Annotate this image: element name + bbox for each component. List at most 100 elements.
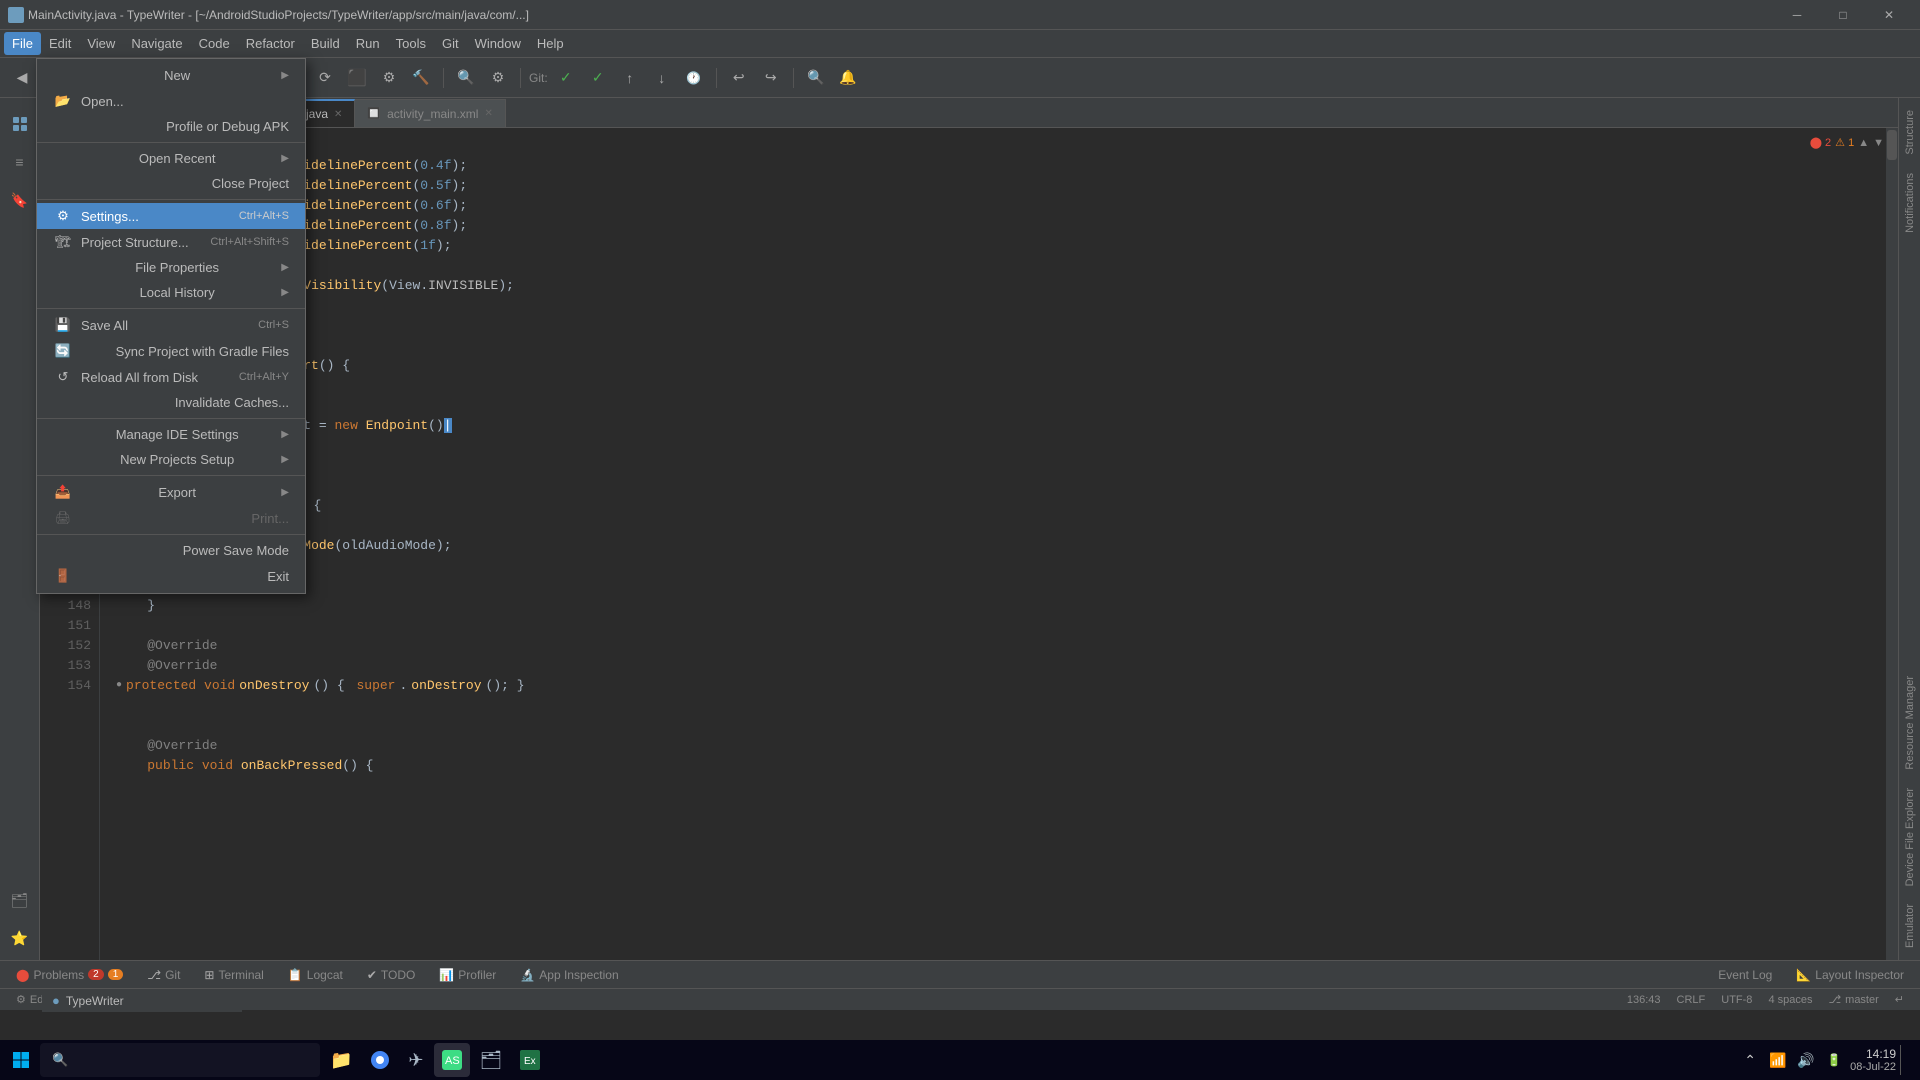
menu-manage-ide[interactable]: Manage IDE Settings ▶ (37, 422, 305, 447)
menu-item-view[interactable]: View (79, 32, 123, 55)
side-panel-device-file-explorer[interactable]: Device File Explorer (1902, 780, 1918, 894)
tray-expand[interactable]: ⌃ (1738, 1048, 1762, 1072)
menu-file-properties[interactable]: File Properties ▶ (37, 255, 305, 280)
sync-button[interactable]: ⚙ (375, 64, 403, 92)
code-content[interactable]: guideline1.setGuidelinePercent(0.4f); gu… (100, 128, 1898, 960)
menu-reload-disk[interactable]: ↺ Reload All from Disk Ctrl+Alt+Y (37, 364, 305, 390)
side-panel-notifications[interactable]: Notifications (1902, 165, 1918, 241)
menu-item-file[interactable]: File (4, 32, 41, 55)
menu-invalidate-caches[interactable]: Invalidate Caches... (37, 390, 305, 415)
side-panel-structure[interactable]: Structure (1902, 102, 1918, 163)
menu-item-git[interactable]: Git (434, 32, 467, 55)
build-button[interactable]: 🔨 (407, 64, 435, 92)
taskbar-files-btn[interactable]: 📁 (322, 1043, 360, 1077)
encoding-indicator[interactable]: UTF-8 (1713, 994, 1760, 1006)
tab-problems[interactable]: ⬤ Problems 2 1 (4, 964, 135, 986)
menu-item-help[interactable]: Help (529, 32, 572, 55)
tab-profiler[interactable]: 📊 Profiler (427, 964, 508, 986)
git-update-btn[interactable]: ↓ (648, 64, 676, 92)
code-editor[interactable]: ⬤ 2 ⚠ 1 ▲ ▼ 138 139 140 141 142 143 144 … (40, 128, 1898, 960)
menu-item-edit[interactable]: Edit (41, 32, 79, 55)
taskbar-clock[interactable]: 14:19 08-Jul-22 (1850, 1047, 1896, 1073)
maximize-button[interactable]: □ (1820, 0, 1866, 30)
menu-item-navigate[interactable]: Navigate (123, 32, 190, 55)
git-history-btn[interactable]: 🕐 (680, 64, 708, 92)
tab-app-inspection[interactable]: 🔬 App Inspection (508, 964, 630, 986)
indent-indicator[interactable]: 4 spaces (1760, 994, 1820, 1006)
tab-logcat[interactable]: 📋 Logcat (276, 964, 355, 986)
redo-btn[interactable]: ↪ (757, 64, 785, 92)
error-nav-up[interactable]: ▲ (1858, 137, 1869, 149)
scrollbar-thumb[interactable] (1887, 130, 1897, 160)
menu-item-window[interactable]: Window (467, 32, 529, 55)
search-everywhere-btn[interactable]: 🔍 (452, 64, 480, 92)
tab-mainactivity-close[interactable]: ✕ (334, 109, 342, 120)
taskbar-excel-btn[interactable]: Ex (512, 1043, 548, 1077)
sidebar-structure-icon[interactable]: ≡ (2, 144, 38, 180)
tab-activitymain[interactable]: 🔲 activity_main.xml ✕ (355, 99, 505, 127)
menu-sync-gradle[interactable]: 🔄 Sync Project with Gradle Files (37, 338, 305, 364)
settings-btn[interactable]: ⚙ (484, 64, 512, 92)
toolbar-back-btn[interactable]: ◀ (8, 64, 36, 92)
menu-close-project[interactable]: Close Project (37, 171, 305, 196)
menu-new-projects-setup[interactable]: New Projects Setup ▶ (37, 447, 305, 472)
code-line (116, 136, 1898, 156)
sidebar-project-icon[interactable] (2, 106, 38, 142)
taskbar-folder-btn[interactable]: 🗂 (472, 1043, 511, 1077)
undo-btn[interactable]: ↩ (725, 64, 753, 92)
menu-new[interactable]: New ▶ (37, 63, 305, 88)
sidebar-resource-icon[interactable]: 🗂 (2, 882, 38, 918)
tray-network[interactable]: 📶 (1766, 1048, 1790, 1072)
menu-profile-apk[interactable]: Profile or Debug APK (37, 114, 305, 139)
menu-item-code[interactable]: Code (191, 32, 238, 55)
code-line: dtmfkeyboard.setVisibility(View.INVISIBL… (116, 276, 1898, 296)
show-desktop-btn[interactable] (1900, 1045, 1908, 1075)
taskbar-search[interactable]: 🔍 (40, 1043, 320, 1077)
menu-export[interactable]: 📤 Export ▶ (37, 479, 305, 505)
menu-exit[interactable]: 🚪 Exit (37, 563, 305, 589)
vcs-indicator[interactable]: ⎇ master (1820, 993, 1886, 1006)
error-nav-down[interactable]: ▼ (1873, 137, 1884, 149)
menu-power-save[interactable]: Power Save Mode (37, 538, 305, 563)
menu-item-tools[interactable]: Tools (388, 32, 434, 55)
menu-item-refactor[interactable]: Refactor (238, 32, 303, 55)
git-check2-btn[interactable]: ✓ (584, 64, 612, 92)
position-indicator[interactable]: 136:43 (1619, 994, 1669, 1006)
line-sep-indicator[interactable]: CRLF (1669, 994, 1714, 1006)
stop-button[interactable]: ⬛ (343, 64, 371, 92)
side-panel-resource-manager[interactable]: Resource Manager (1902, 668, 1918, 778)
tab-todo[interactable]: ✔ TODO (355, 964, 428, 986)
menu-manage-ide-label: Manage IDE Settings (116, 427, 239, 442)
taskbar-telegram-btn[interactable]: ✈ (400, 1043, 431, 1077)
menu-open[interactable]: 📂 Open... (37, 88, 305, 114)
tray-battery[interactable]: 🔋 (1822, 1048, 1846, 1072)
tab-git[interactable]: ⎇ Git (135, 964, 192, 986)
taskbar-android-studio-btn[interactable]: AS (434, 1043, 470, 1077)
find-btn[interactable]: 🔍 (802, 64, 830, 92)
git-push-btn[interactable]: ↑ (616, 64, 644, 92)
menu-item-build[interactable]: Build (303, 32, 348, 55)
sidebar-bookmark-icon[interactable]: 🔖 (2, 182, 38, 218)
menu-local-history[interactable]: Local History ▶ (37, 280, 305, 305)
taskbar-chrome-btn[interactable] (362, 1043, 398, 1077)
minimize-button[interactable]: ─ (1774, 0, 1820, 30)
lf-indicator[interactable]: ↵ (1887, 993, 1912, 1006)
menu-settings[interactable]: ⚙ Settings... Ctrl+Alt+S (37, 203, 305, 229)
tab-event-log[interactable]: Event Log (1706, 964, 1784, 986)
git-check-btn[interactable]: ✓ (552, 64, 580, 92)
tab-terminal[interactable]: ⊞ Terminal (192, 964, 275, 986)
menu-open-recent[interactable]: Open Recent ▶ (37, 146, 305, 171)
tab-layout-inspector[interactable]: 📐 Layout Inspector (1784, 964, 1916, 986)
notification-btn[interactable]: 🔔 (834, 64, 862, 92)
scrollbar[interactable] (1886, 128, 1898, 960)
tab-activitymain-close[interactable]: ✕ (484, 108, 492, 119)
start-button[interactable] (4, 1043, 38, 1077)
menu-project-structure[interactable]: 🏗 Project Structure... Ctrl+Alt+Shift+S (37, 229, 305, 255)
profile-button[interactable]: ⟳ (311, 64, 339, 92)
tray-sound[interactable]: 🔊 (1794, 1048, 1818, 1072)
menu-item-run[interactable]: Run (348, 32, 388, 55)
side-panel-emulator[interactable]: Emulator (1902, 896, 1918, 956)
menu-save-all[interactable]: 💾 Save All Ctrl+S (37, 312, 305, 338)
sidebar-favorites-icon[interactable]: ⭐ (2, 920, 38, 956)
close-button[interactable]: ✕ (1866, 0, 1912, 30)
